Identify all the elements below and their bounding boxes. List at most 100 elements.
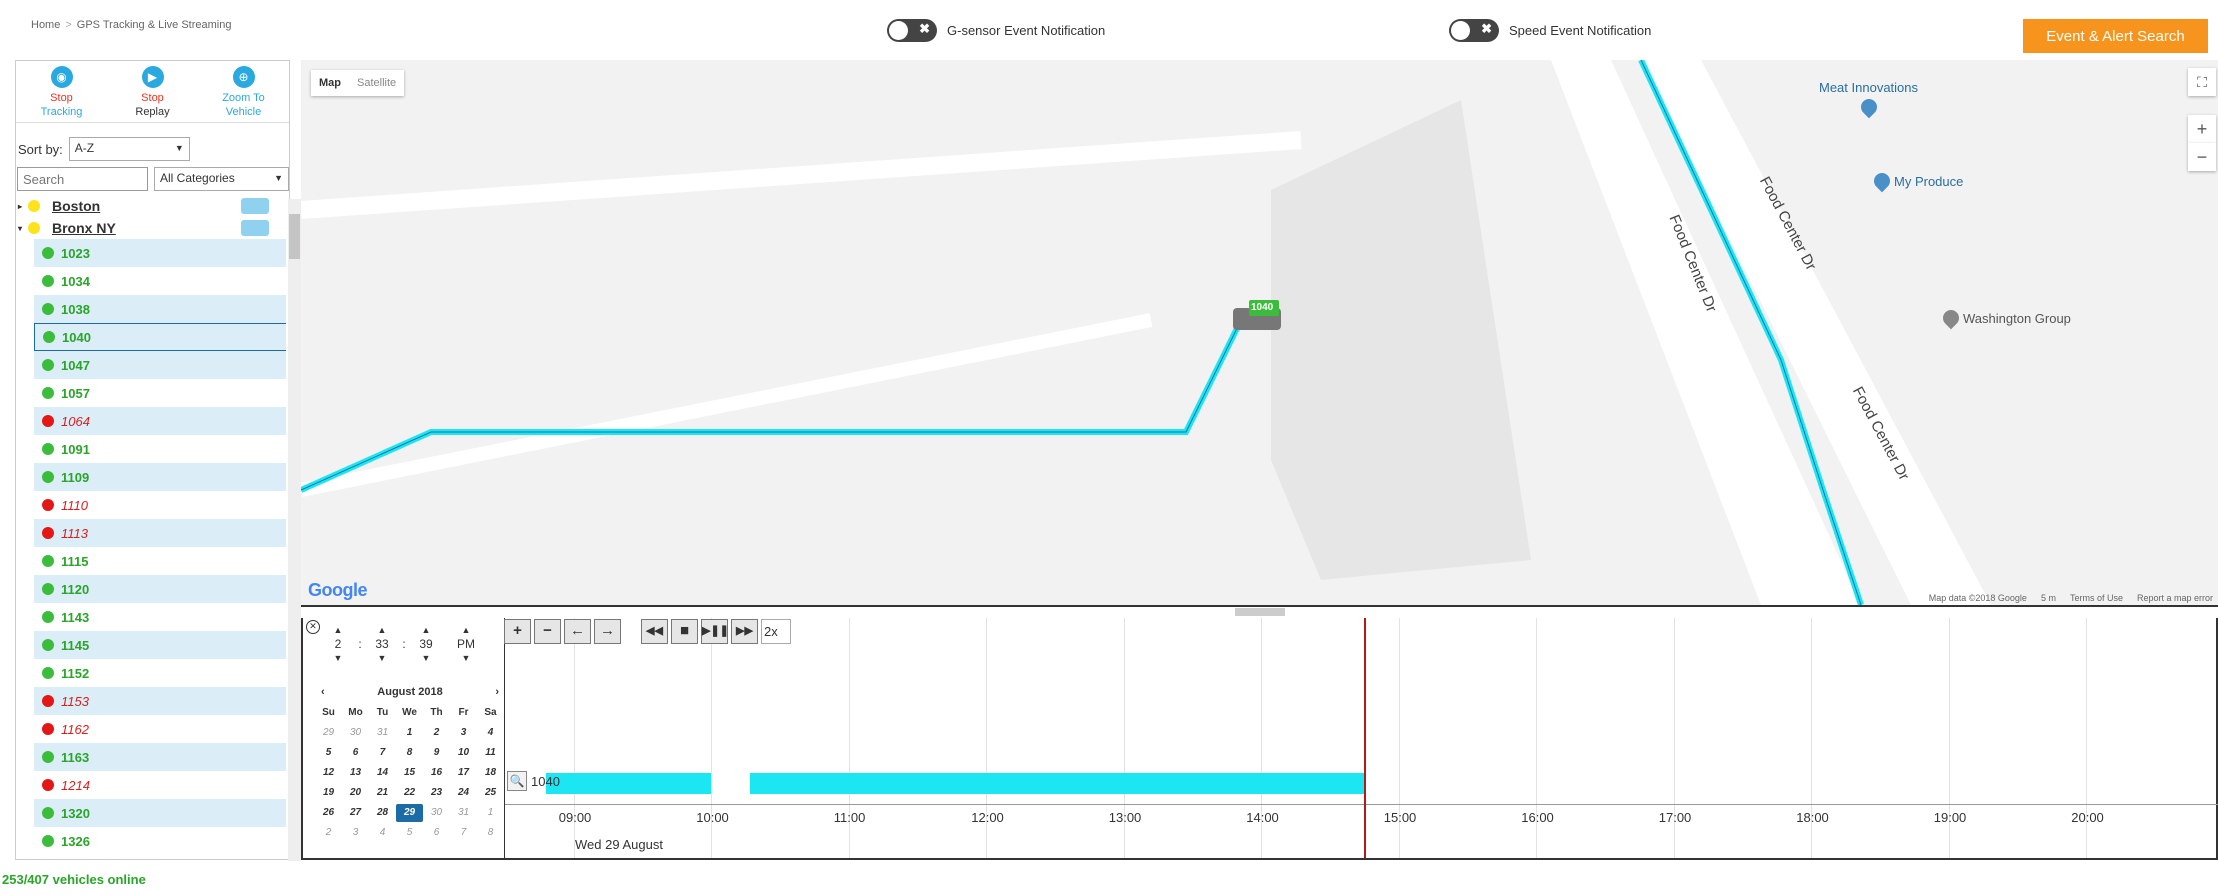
arrow-right-icon[interactable]: → xyxy=(594,619,621,644)
vehicle-item[interactable]: 1326 xyxy=(34,827,286,855)
message-icon[interactable] xyxy=(241,198,269,214)
event-alert-search-button[interactable]: Event & Alert Search xyxy=(2023,19,2208,53)
calendar-day[interactable]: 3 xyxy=(342,824,369,842)
poi-meat-innovations[interactable]: Meat Innovations xyxy=(1819,80,1918,119)
calendar-day[interactable]: 17 xyxy=(450,764,477,782)
calendar-day[interactable]: 26 xyxy=(315,804,342,822)
calendar-day[interactable]: 31 xyxy=(450,804,477,822)
vehicle-item[interactable]: 1113 xyxy=(34,519,286,547)
speed-toggle[interactable]: ✖ xyxy=(1449,19,1499,42)
calendar-day[interactable]: 16 xyxy=(423,764,450,782)
calendar-day[interactable]: 8 xyxy=(396,744,423,762)
vehicle-item[interactable]: 1038 xyxy=(34,295,286,323)
calendar-day[interactable]: 8 xyxy=(477,824,504,842)
speed-select[interactable]: 2x xyxy=(761,619,791,644)
vehicle-marker-text[interactable]: 1040 xyxy=(1251,302,1273,313)
map-type-map[interactable]: Map xyxy=(311,70,349,96)
down-arrow-icon[interactable]: ▼ xyxy=(323,651,353,665)
track-segment[interactable] xyxy=(546,773,712,794)
vehicle-item[interactable]: 1040 xyxy=(34,323,286,351)
calendar-day[interactable]: 14 xyxy=(369,764,396,782)
stop-icon[interactable]: ■ xyxy=(671,619,698,644)
vehicle-item[interactable]: 1120 xyxy=(34,575,286,603)
calendar-day[interactable]: 12 xyxy=(315,764,342,782)
vehicle-item[interactable]: 1057 xyxy=(34,379,286,407)
poi-my-produce[interactable]: My Produce xyxy=(1870,169,1963,193)
play-pause-icon[interactable]: ▶❚❚ xyxy=(701,619,729,644)
arrow-left-icon[interactable]: ← xyxy=(564,619,591,644)
vehicle-item[interactable]: 1145 xyxy=(34,631,286,659)
timeline[interactable]: 09:00 10:00 11:00 12:00 13:00 14:00 15:00 16:00… xyxy=(504,618,2218,858)
next-month-button[interactable]: › xyxy=(495,686,499,698)
up-arrow-icon[interactable]: ▲ xyxy=(451,623,481,637)
vehicle-item[interactable]: 1115 xyxy=(34,547,286,575)
calendar-day[interactable]: 9 xyxy=(423,744,450,762)
calendar-day[interactable]: 6 xyxy=(342,744,369,762)
vehicle-item[interactable]: 1153 xyxy=(34,687,286,715)
ampm-spinner[interactable]: ▲ PM ▼ xyxy=(451,623,481,665)
up-arrow-icon[interactable]: ▲ xyxy=(367,623,397,637)
calendar-day[interactable]: 29 xyxy=(315,724,342,742)
close-icon[interactable]: ✕ xyxy=(306,620,320,634)
calendar-day[interactable]: 24 xyxy=(450,784,477,802)
collapse-arrow-icon[interactable]: ▾ xyxy=(18,224,28,233)
sidebar-scrollbar[interactable] xyxy=(288,199,301,861)
stop-replay-button[interactable]: ▶ Stop Replay xyxy=(107,61,198,122)
vehicle-item[interactable]: 1162 xyxy=(34,715,286,743)
calendar-day[interactable]: 7 xyxy=(369,744,396,762)
zoom-icon[interactable]: 🔍 xyxy=(507,771,527,791)
vehicle-item[interactable]: 1023 xyxy=(34,239,286,267)
calendar-day[interactable]: 1 xyxy=(477,804,504,822)
calendar-day[interactable]: 27 xyxy=(342,804,369,822)
group-bronx[interactable]: ▾ Bronx NY xyxy=(16,217,286,239)
vehicle-item[interactable]: 1214 xyxy=(34,771,286,799)
down-arrow-icon[interactable]: ▼ xyxy=(367,651,397,665)
gsensor-toggle[interactable]: ✖ xyxy=(887,19,937,42)
up-arrow-icon[interactable]: ▲ xyxy=(411,623,441,637)
rewind-icon[interactable]: ◀◀ xyxy=(641,619,668,644)
calendar-day[interactable]: 10 xyxy=(450,744,477,762)
vehicle-item[interactable]: 1064 xyxy=(34,407,286,435)
vehicle-item[interactable]: 1320 xyxy=(34,799,286,827)
fast-forward-icon[interactable]: ▶▶ xyxy=(731,619,758,644)
vehicle-item[interactable]: 1047 xyxy=(34,351,286,379)
calendar-day[interactable]: 28 xyxy=(369,804,396,822)
vehicle-item[interactable]: 1110 xyxy=(34,491,286,519)
calendar-day[interactable]: 6 xyxy=(423,824,450,842)
calendar-day[interactable]: 22 xyxy=(396,784,423,802)
down-arrow-icon[interactable]: ▼ xyxy=(451,651,481,665)
search-input[interactable] xyxy=(17,167,148,191)
resize-grip[interactable] xyxy=(1235,608,1285,616)
calendar-day[interactable]: 23 xyxy=(423,784,450,802)
calendar-day[interactable]: 3 xyxy=(450,724,477,742)
calendar-day[interactable]: 2 xyxy=(423,724,450,742)
scrollbar-thumb[interactable] xyxy=(289,214,300,259)
zoom-to-vehicle-button[interactable]: ⊕ Zoom To Vehicle xyxy=(198,61,289,122)
current-time-line[interactable] xyxy=(1364,618,1367,858)
map-type-satellite[interactable]: Satellite xyxy=(349,70,404,96)
sort-select[interactable]: A-Z ▼ xyxy=(68,137,190,161)
vehicle-item[interactable]: 1143 xyxy=(34,603,286,631)
panel-resize-handle[interactable] xyxy=(301,605,2218,618)
hour-spinner[interactable]: ▲ 2 ▼ xyxy=(323,623,353,665)
calendar-day[interactable]: 2 xyxy=(315,824,342,842)
vehicle-item[interactable]: 1034 xyxy=(34,267,286,295)
stop-tracking-button[interactable]: ◉ Stop Tracking xyxy=(16,61,107,122)
calendar-day[interactable]: 19 xyxy=(315,784,342,802)
breadcrumb-home[interactable]: Home xyxy=(31,19,60,31)
down-arrow-icon[interactable]: ▼ xyxy=(411,651,441,665)
calendar-day[interactable]: 18 xyxy=(477,764,504,782)
group-boston[interactable]: ▸ Boston xyxy=(16,195,286,217)
calendar-day[interactable]: 5 xyxy=(396,824,423,842)
calendar-day[interactable]: 13 xyxy=(342,764,369,782)
calendar-day[interactable]: 21 xyxy=(369,784,396,802)
zoom-out-button[interactable]: − xyxy=(534,619,561,644)
calendar-day[interactable]: 29 xyxy=(396,804,423,822)
category-select[interactable]: All Categories ▼ xyxy=(154,167,289,191)
group-label[interactable]: Bronx NY xyxy=(52,220,116,236)
calendar-day[interactable]: 4 xyxy=(369,824,396,842)
up-arrow-icon[interactable]: ▲ xyxy=(323,623,353,637)
calendar-day[interactable]: 1 xyxy=(396,724,423,742)
vehicle-item[interactable]: 1109 xyxy=(34,463,286,491)
track-segment[interactable] xyxy=(750,773,1365,794)
